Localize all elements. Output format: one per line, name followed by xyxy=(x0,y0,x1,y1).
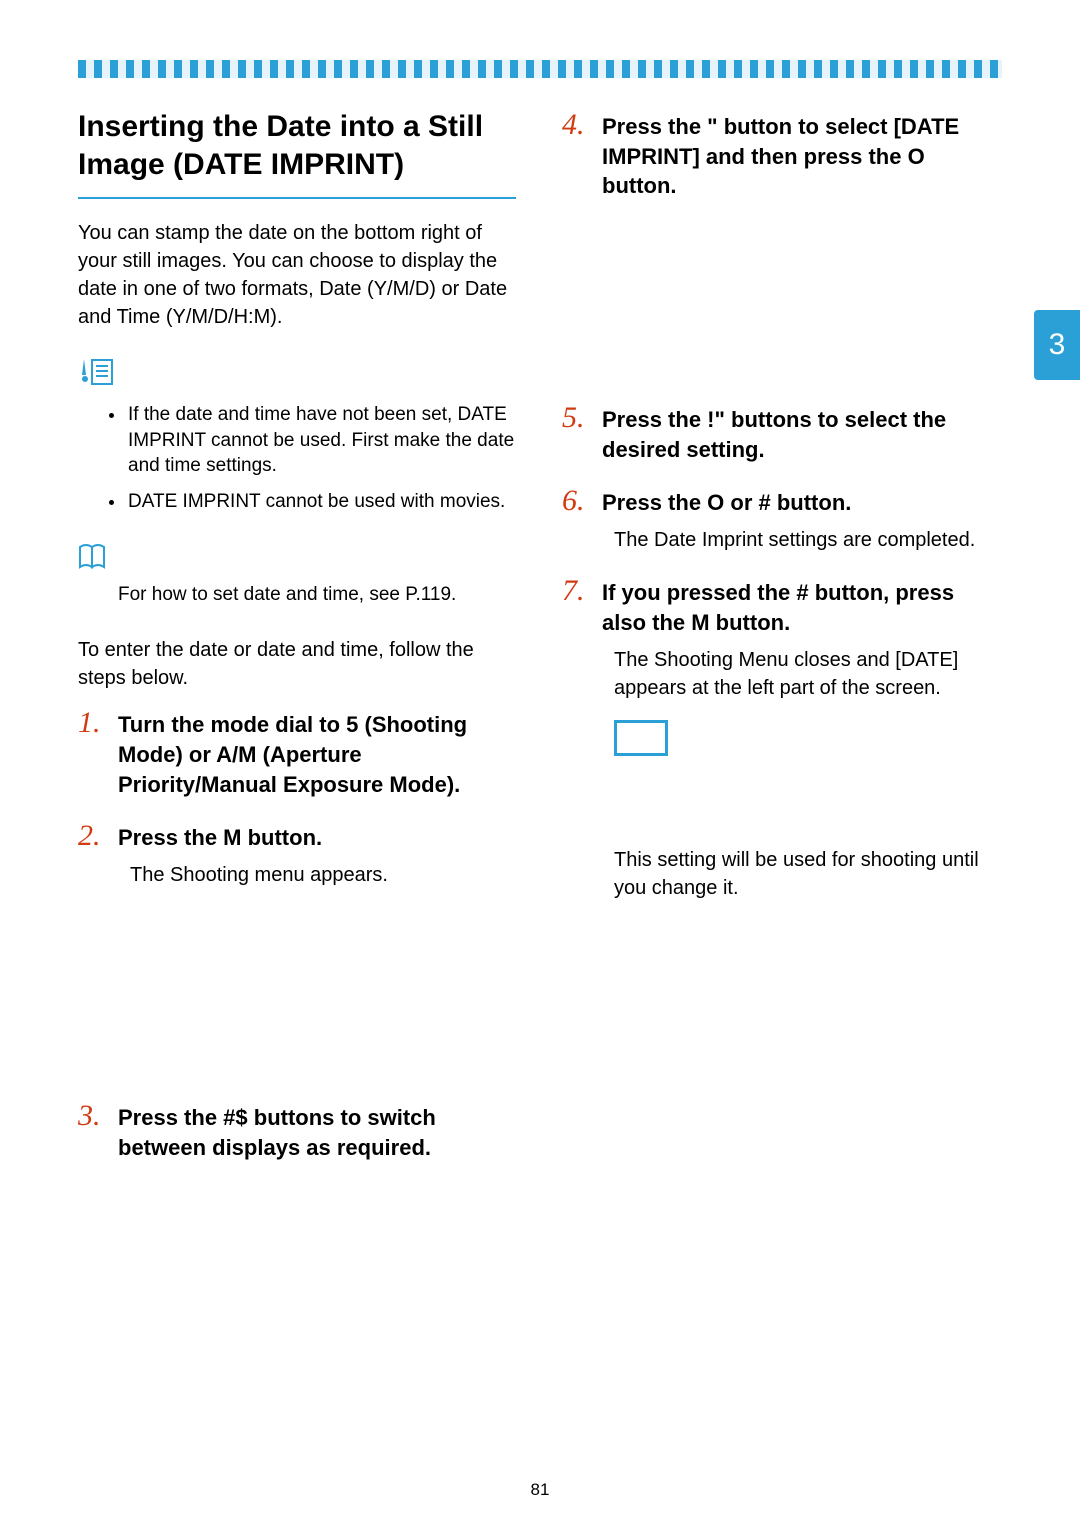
step-item: 1. Turn the mode dial to 5 (Shooting Mod… xyxy=(78,706,516,799)
step-body: The Date Imprint settings are completed. xyxy=(562,526,1000,554)
step-title: Press the !" buttons to select the desir… xyxy=(602,405,1000,464)
steps-list-right: 4. Press the " button to select [DATE IM… xyxy=(562,108,1000,756)
step-title: Turn the mode dial to 5 (Shooting Mode) … xyxy=(118,710,516,799)
list-item: DATE IMPRINT cannot be used with movies. xyxy=(126,489,516,515)
list-item: If the date and time have not been set, … xyxy=(126,402,516,479)
step-number: 7. xyxy=(562,574,590,608)
step-number: 5. xyxy=(562,401,590,435)
step-number: 6. xyxy=(562,484,590,518)
right-column: 4. Press the " button to select [DATE IM… xyxy=(562,108,1000,1183)
note-list: If the date and time have not been set, … xyxy=(78,402,516,515)
step-item: 7. If you pressed the # button, press al… xyxy=(562,574,1000,755)
page-number: 81 xyxy=(0,1480,1080,1500)
step-title: Press the O or # button. xyxy=(602,488,851,518)
step-number: 2. xyxy=(78,819,106,853)
intro-paragraph: You can stamp the date on the bottom rig… xyxy=(78,219,516,331)
decorative-border xyxy=(78,60,1002,78)
step-item: 2. Press the M button. The Shooting menu… xyxy=(78,819,516,889)
chapter-tab: 3 xyxy=(1034,310,1080,380)
step-body: The Shooting menu appears. xyxy=(78,861,516,889)
step-body: The Shooting Menu closes and [DATE] appe… xyxy=(562,646,1000,702)
steps-list-left: 1. Turn the mode dial to 5 (Shooting Mod… xyxy=(78,706,516,1162)
step-item: 3. Press the #$ buttons to switch betwee… xyxy=(78,1099,516,1162)
step-title: If you pressed the # button, press also … xyxy=(602,578,1000,637)
step-number: 1. xyxy=(78,706,106,740)
step-item: 5. Press the !" buttons to select the de… xyxy=(562,401,1000,464)
page-title: Inserting the Date into a Still Image (D… xyxy=(78,108,516,199)
date-indicator-box xyxy=(614,720,668,756)
manual-page: 3 Inserting the Date into a Still Image … xyxy=(0,0,1080,1528)
lead-paragraph: To enter the date or date and time, foll… xyxy=(78,636,516,692)
left-column: Inserting the Date into a Still Image (D… xyxy=(78,108,516,1183)
step-item: 4. Press the " button to select [DATE IM… xyxy=(562,108,1000,201)
step-number: 4. xyxy=(562,108,590,142)
two-column-layout: Inserting the Date into a Still Image (D… xyxy=(78,108,1002,1183)
reference-text: For how to set date and time, see P.119. xyxy=(78,582,516,609)
step-title: Press the " button to select [DATE IMPRI… xyxy=(602,112,1000,201)
step-title: Press the M button. xyxy=(118,823,322,853)
step-number: 3. xyxy=(78,1099,106,1133)
step-item: 6. Press the O or # button. The Date Imp… xyxy=(562,484,1000,554)
note-icon xyxy=(78,357,114,387)
step-title: Press the #$ buttons to switch between d… xyxy=(118,1103,516,1162)
reference-icon xyxy=(78,541,114,569)
closing-note: This setting will be used for shooting u… xyxy=(562,846,1000,902)
